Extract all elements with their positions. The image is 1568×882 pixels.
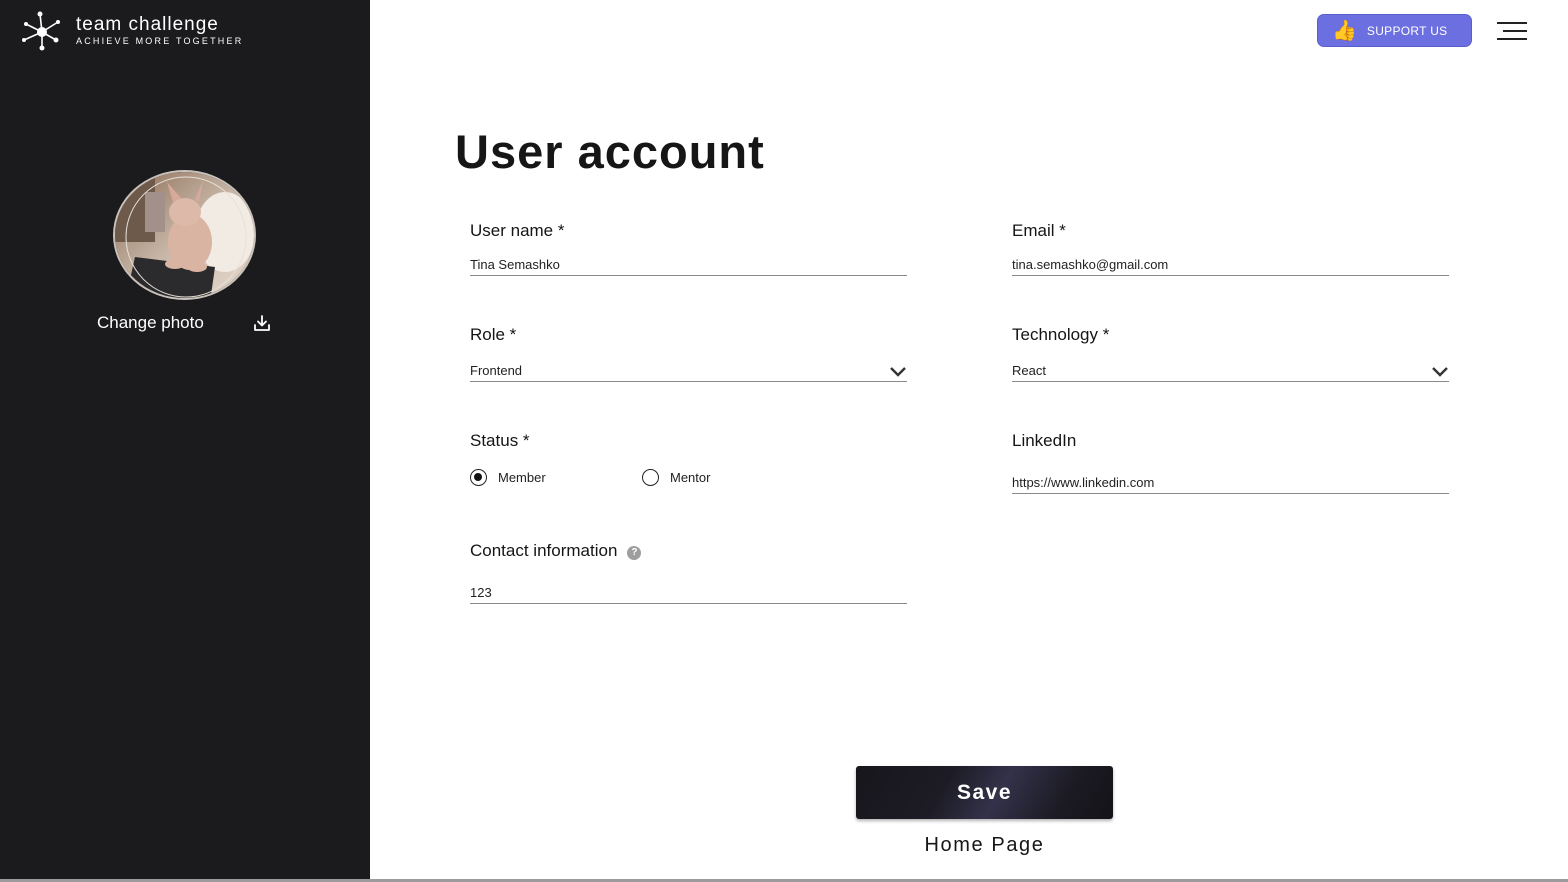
contact-label: Contact information (470, 541, 618, 560)
role-field: Role * Frontend (470, 324, 907, 382)
email-input[interactable] (1012, 257, 1449, 272)
logo-text: team challenge ACHIEVE MORE TOGETHER (76, 15, 243, 47)
role-label: Role * (470, 325, 517, 344)
status-radio-member[interactable]: Member (470, 469, 546, 486)
email-label: Email * (1012, 221, 1066, 240)
status-option-label: Mentor (670, 470, 711, 485)
change-photo-label: Change photo (97, 313, 204, 332)
hamburger-menu-icon[interactable] (1497, 22, 1527, 40)
radio-checked-icon[interactable] (470, 469, 487, 486)
contact-input[interactable] (470, 585, 907, 600)
avatar[interactable] (113, 170, 256, 300)
username-input-wrapper (470, 254, 907, 276)
support-us-button[interactable]: 👍 SUPPORT US (1317, 14, 1472, 47)
role-select[interactable]: Frontend (470, 360, 907, 382)
username-field: User name * (470, 220, 907, 276)
contact-field: Contact information ? (470, 540, 907, 604)
download-icon[interactable] (253, 314, 271, 332)
technology-field: Technology * React (1012, 324, 1449, 382)
technology-select[interactable]: React (1012, 360, 1449, 382)
thumbs-up-icon: 👍 (1332, 19, 1357, 42)
status-label: Status * (470, 431, 530, 450)
page-title: User account (455, 125, 765, 178)
brand-tagline: ACHIEVE MORE TOGETHER (76, 36, 244, 46)
linkedin-field: LinkedIn (1012, 430, 1449, 494)
contact-input-wrapper (470, 582, 907, 604)
status-option-label: Member (498, 470, 546, 485)
home-page-link[interactable]: Home Page (856, 834, 1113, 857)
role-value: Frontend (470, 363, 523, 378)
help-icon[interactable]: ? (627, 546, 642, 560)
contact-label-row: Contact information ? (470, 540, 907, 562)
chevron-down-icon[interactable] (1431, 365, 1449, 377)
save-button[interactable]: Save (856, 766, 1113, 819)
email-field: Email * (1012, 220, 1449, 276)
sidebar: team challenge ACHIEVE MORE TOGETHER Cha… (0, 0, 370, 879)
technology-label: Technology * (1012, 325, 1110, 344)
avatar-photo (115, 172, 254, 298)
username-label: User name * (470, 221, 565, 240)
brand-title: team challenge (76, 14, 219, 35)
username-input[interactable] (470, 257, 907, 272)
status-radio-mentor[interactable]: Mentor (642, 469, 710, 486)
change-photo-button[interactable]: Change photo (97, 313, 270, 333)
support-us-label: SUPPORT US (1366, 23, 1448, 38)
linkedin-label: LinkedIn (1012, 431, 1077, 450)
technology-value: React (1012, 363, 1046, 378)
chevron-down-icon[interactable] (889, 365, 907, 377)
status-field: Status * (470, 430, 907, 452)
linkedin-input[interactable] (1012, 475, 1449, 490)
logo[interactable]: team challenge ACHIEVE MORE TOGETHER (20, 10, 243, 52)
linkedin-input-wrapper (1012, 472, 1449, 494)
radio-unchecked-icon[interactable] (642, 469, 659, 486)
logo-network-icon (22, 11, 60, 51)
email-input-wrapper (1012, 254, 1449, 276)
